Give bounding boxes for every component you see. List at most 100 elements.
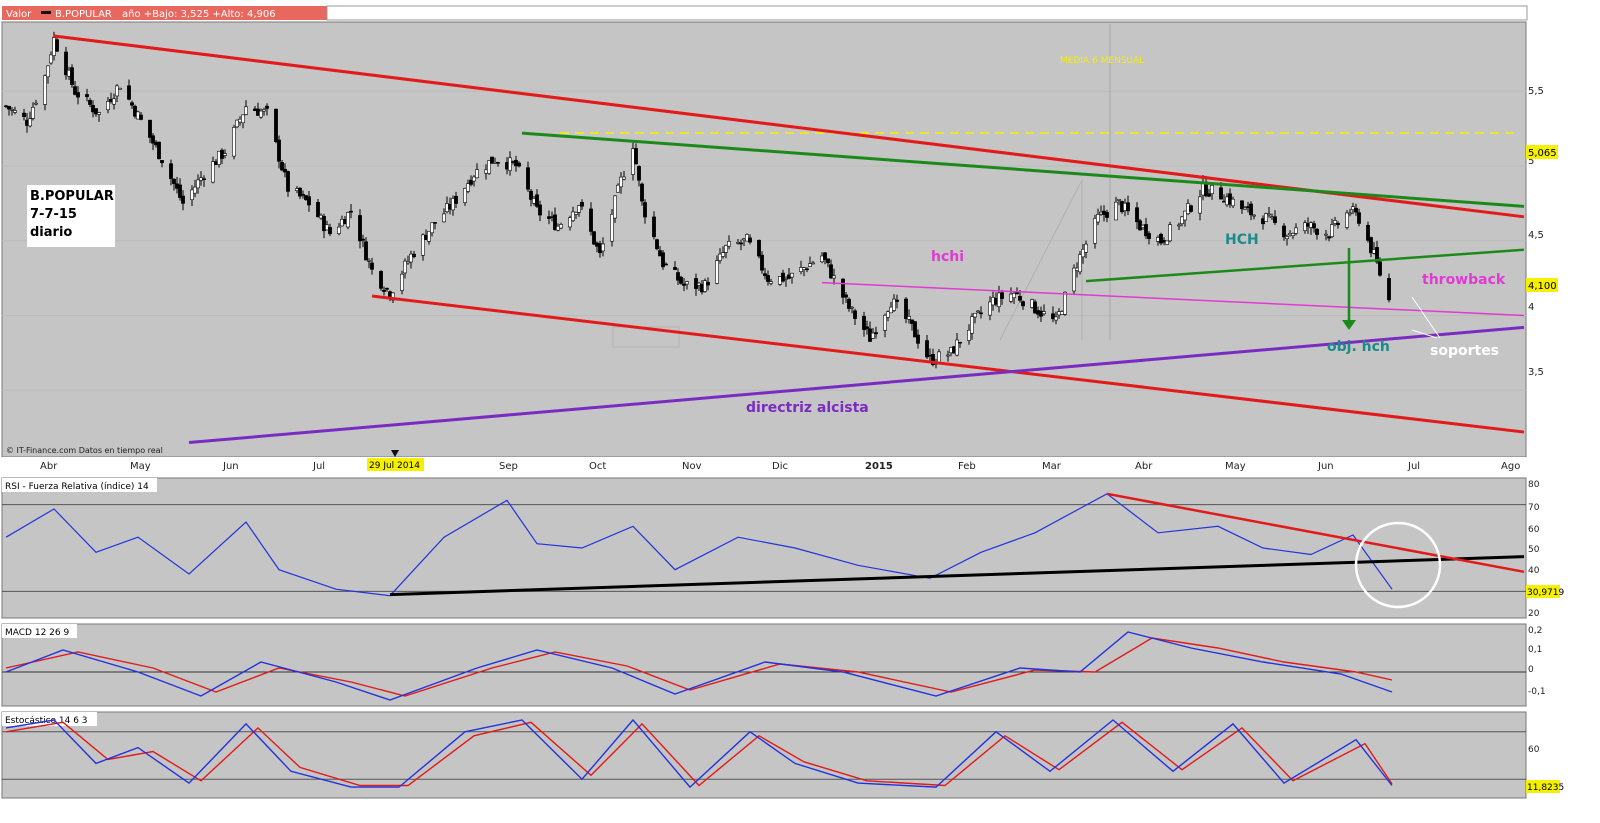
candle-down [370,262,374,270]
candle-up [223,153,227,156]
candle-down [88,99,92,105]
candle-up [1294,227,1298,234]
candle-down [433,222,437,224]
candle-up [1042,311,1046,315]
candle-down [85,94,89,98]
candle-up [769,281,773,284]
candle-down [160,160,164,164]
candle-down [1315,228,1319,235]
candle-down [739,242,743,245]
candle-down [643,202,647,218]
rsi-tick: 70 [1528,503,1540,513]
x-axis-tick: Jun [222,461,239,472]
candle-down [1387,278,1391,301]
candle-down [55,39,59,52]
price-tick: 4 [1528,302,1534,313]
rsi-axis: 80 70 60 50 40 30,9719 20 [1526,480,1564,619]
candle-down [748,237,752,243]
price-tick: 3,5 [1528,367,1544,378]
rsi-tick: 60 [1528,525,1540,535]
x-axis-tick: Abr [1135,461,1153,472]
uptrend-label: directriz alcista [746,400,869,416]
candle-down [316,201,320,218]
info-symbol: B.POPULAR [30,189,114,204]
chart-canvas: Valor B.POPULAR año +Bajo: 3,525 +Alto: … [1,5,1564,799]
candle-down [652,216,656,238]
candle-up [1072,267,1076,292]
candle-down [361,238,365,241]
candle-down [1207,193,1211,197]
candle-up [34,102,38,105]
candle-down [1000,292,1004,299]
candle-up [976,310,980,313]
candle-up [244,106,248,115]
candle-down [70,67,74,85]
candle-down [379,270,383,289]
macd-tick: 0 [1528,665,1534,675]
rsi-tick: 40 [1528,566,1540,576]
candle-up [466,183,470,192]
candle-up [232,127,236,157]
candle-up [1054,316,1058,321]
x-axis-tick: May [1225,461,1246,472]
candle-down [286,171,290,192]
candle-down [349,210,353,213]
candle-up [97,112,101,115]
candle-down [916,334,920,344]
candle-down [358,215,362,242]
date-marker-label: 29 Jul 2014 [369,461,420,471]
candle-up [508,157,512,171]
candle-down [904,298,908,320]
candle-down [760,254,764,271]
candle-down [454,195,458,204]
candle-down [1249,203,1253,216]
objective-label: obj. hch [1327,339,1390,355]
candle-down [1273,216,1277,223]
stoch-axis: 60 11,8235 [1526,745,1564,793]
macd-tick: -0,1 [1528,687,1546,697]
candle-up [367,260,371,262]
candle-up [430,222,434,234]
candle-down [1135,207,1139,223]
candle-down [1336,222,1340,226]
x-axis-tick: Jun [1317,461,1334,472]
stoch-badge-text: 11,8235 [1527,783,1564,793]
candle-down [526,167,530,190]
x-axis-tick: Jul [1407,461,1420,472]
candle-up [1084,243,1088,253]
candle-down [1240,200,1244,210]
candle-down [385,287,389,290]
price-tick: 5,5 [1528,86,1544,97]
candle-down [1021,301,1025,307]
candle-down [655,239,659,250]
candle-down [265,105,269,109]
candle-up [973,312,977,318]
candle-up [400,273,404,291]
candle-down [673,267,677,270]
header-symbol: B.POPULAR [55,9,112,20]
x-axis-tick: Abr [40,461,58,472]
candle-up [1231,198,1235,207]
candle-down [274,108,278,142]
rsi-title: RSI - Fuerza Relativa (índice) 14 [5,482,149,492]
series-swatch [41,11,51,14]
candle-up [1348,212,1352,215]
candle-down [664,263,668,266]
candle-down [1018,295,1022,301]
candle-up [259,110,263,118]
hchi-label: hchi [931,249,964,265]
candle-up [10,108,14,111]
candle-down [580,201,584,207]
candle-down [172,178,176,185]
x-axis-tick: Sep [499,461,518,472]
candle-up [946,354,950,357]
candle-down [1354,207,1358,213]
candle-up [559,224,563,229]
candle-up [28,118,32,127]
candle-down [130,102,134,106]
macd-axis: 0,2 0,1 0 -0,1 [1528,626,1546,697]
candle-down [1357,212,1361,224]
header-label: Valor [6,9,32,20]
candle-up [346,212,350,228]
candle-up [262,109,266,112]
